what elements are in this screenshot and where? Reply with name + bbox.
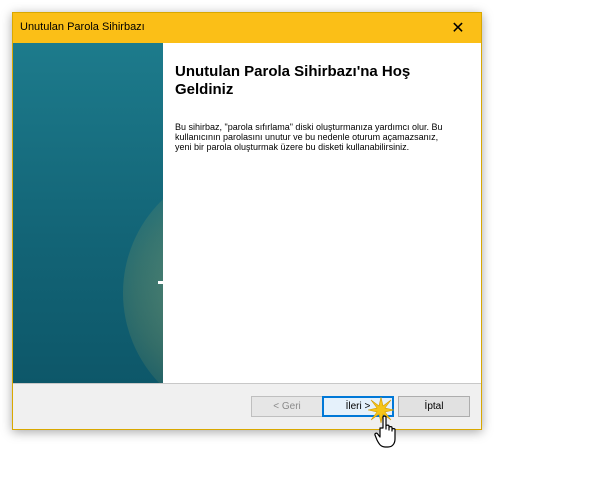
description-text: Bu sihirbaz, "parola sıfırlama" diski ol… (175, 122, 443, 152)
banner-glow (123, 163, 163, 383)
title-bar[interactable]: Unutulan Parola Sihirbazı ✕ (13, 13, 481, 43)
close-icon: ✕ (451, 20, 465, 37)
close-button[interactable]: ✕ (435, 13, 481, 43)
wizard-content: Unutulan Parola Sihirbazı'na Hoş Geldini… (163, 43, 481, 383)
cancel-button[interactable]: İptal (398, 396, 470, 417)
page-title: Unutulan Parola Sihirbazı'na Hoş Geldini… (175, 63, 411, 98)
back-button[interactable]: < Geri (251, 396, 323, 417)
hand-cursor-icon (374, 415, 396, 448)
window-title: Unutulan Parola Sihirbazı (20, 21, 145, 33)
wizard-window: Unutulan Parola Sihirbazı ✕ Unutulan Par… (12, 12, 482, 448)
footer-divider (13, 383, 481, 384)
wizard-banner-image (13, 43, 163, 383)
